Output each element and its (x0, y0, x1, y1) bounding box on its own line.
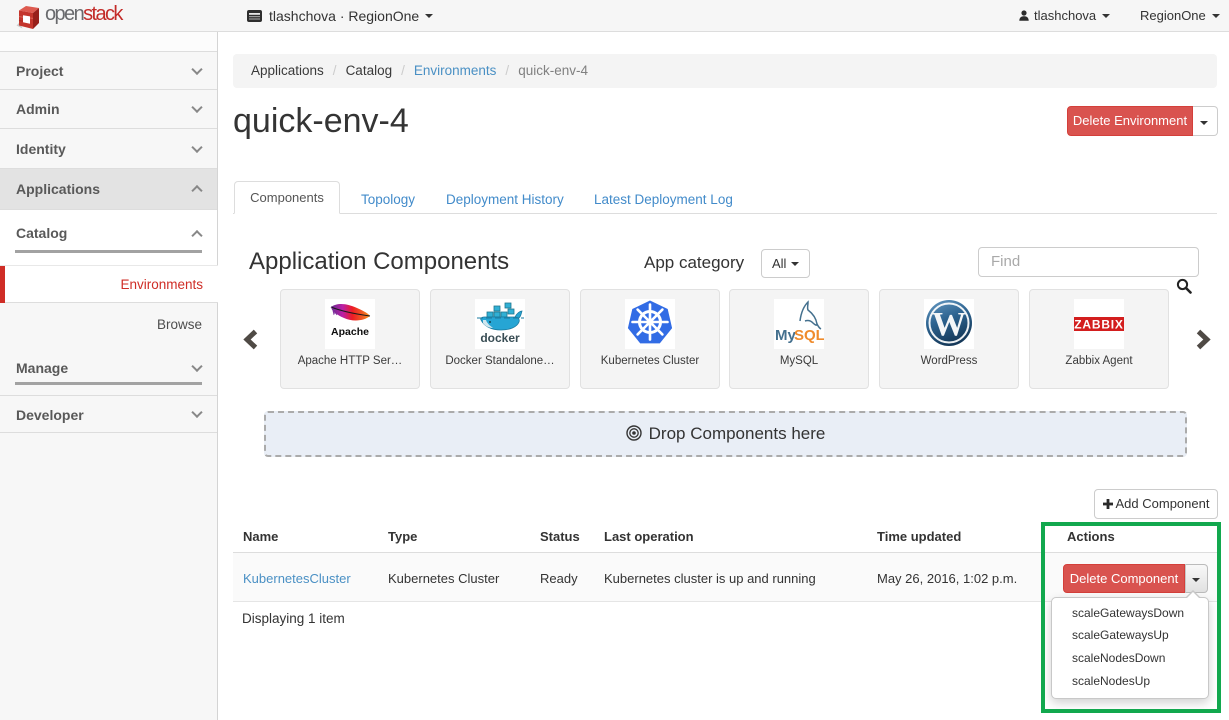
svg-text:docker: docker (480, 331, 520, 345)
svg-text:ZABBIX: ZABBIX (1074, 318, 1123, 332)
svg-text:..: .. (819, 336, 822, 341)
svg-text:W: W (932, 306, 966, 343)
svg-text:Apache: Apache (331, 326, 369, 338)
